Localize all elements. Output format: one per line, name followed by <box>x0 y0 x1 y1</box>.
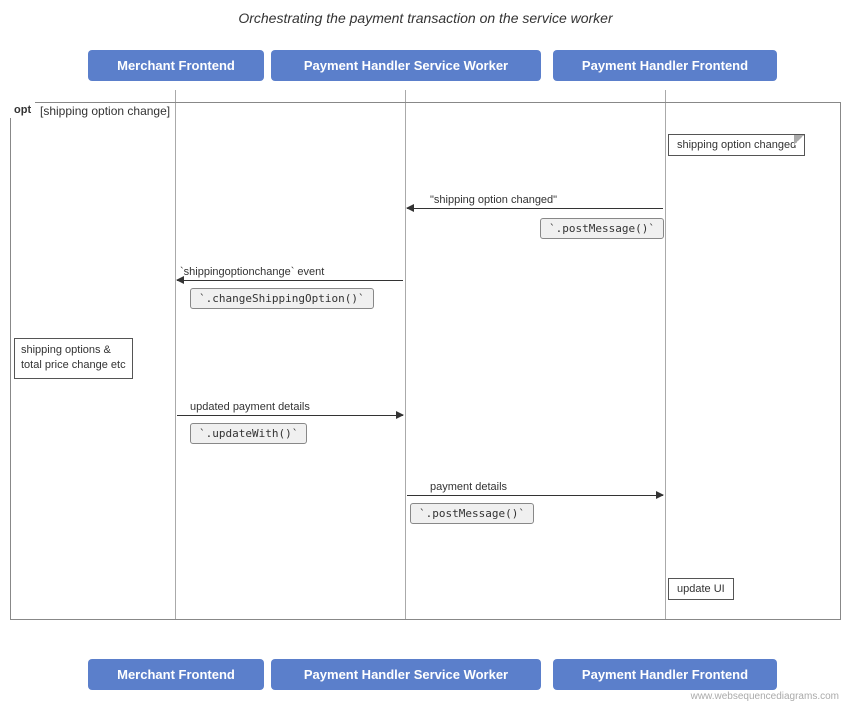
arrow-label-updated-payment: updated payment details <box>190 401 310 413</box>
side-note-shipping: shipping options & total price change et… <box>14 338 133 379</box>
note-shipping-option-changed: shipping option changed <box>668 134 805 156</box>
diagram-title: Orchestrating the payment transaction on… <box>0 0 851 34</box>
arrow-label-shipping-option-changed: "shipping option changed" <box>430 194 557 206</box>
note-update-ui: update UI <box>668 578 734 600</box>
method-updatewith: `.updateWith()` <box>190 423 307 444</box>
method-postmessage-2: `.postMessage()` <box>410 503 534 524</box>
method-changeshipping: `.changeShippingOption()` <box>190 288 374 309</box>
method-postmessage-1: `.postMessage()` <box>540 218 664 239</box>
arrow-shippingoptionchange <box>177 280 403 281</box>
arrow-shipping-option-changed <box>407 208 663 209</box>
arrow-label-payment-details: payment details <box>430 481 507 493</box>
opt-label: opt <box>10 102 35 118</box>
actor-sw-bottom: Payment Handler Service Worker <box>271 659 541 690</box>
actor-merchant-bottom: Merchant Frontend <box>88 659 264 690</box>
arrow-updated-payment <box>177 415 403 416</box>
opt-condition: [shipping option change] <box>40 104 170 118</box>
actor-merchant-top: Merchant Frontend <box>88 50 264 81</box>
actor-phf-top: Payment Handler Frontend <box>553 50 777 81</box>
opt-frame <box>10 102 841 620</box>
arrow-payment-details <box>407 495 663 496</box>
diagram-container: Orchestrating the payment transaction on… <box>0 0 851 710</box>
actor-phf-bottom: Payment Handler Frontend <box>553 659 777 690</box>
arrow-label-shippingoptionchange: `shippingoptionchange` event <box>180 266 324 278</box>
watermark: www.websequencediagrams.com <box>691 691 839 702</box>
actor-sw-top: Payment Handler Service Worker <box>271 50 541 81</box>
